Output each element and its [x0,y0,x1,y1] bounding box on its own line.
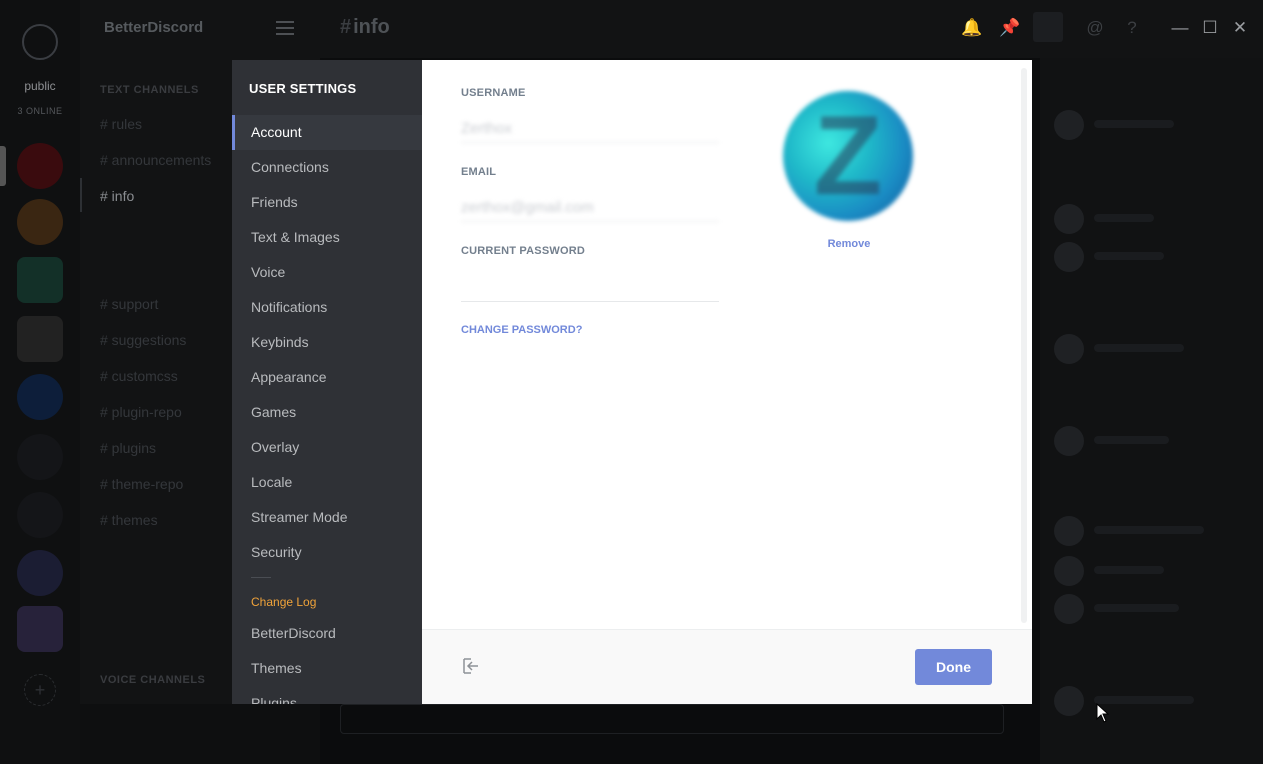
email-field[interactable] [461,194,719,222]
channel-item[interactable]: # customcss [100,368,178,384]
current-password-field[interactable] [461,274,719,302]
guild-icon[interactable] [17,550,63,596]
remove-avatar-link[interactable]: Remove [799,238,899,250]
server-name[interactable]: BetterDiscord [104,19,203,36]
close-window-icon[interactable]: ✕ [1230,18,1250,38]
menu-icon[interactable] [276,21,294,35]
user-settings-modal: USER SETTINGS Account Connections Friend… [232,60,1032,704]
settings-tab-security[interactable]: Security [232,535,422,570]
member-avatar[interactable] [1054,242,1084,272]
guild-icon[interactable] [17,434,63,480]
username-field[interactable] [461,115,719,143]
settings-tab-themes[interactable]: Themes [232,651,422,686]
channel-title: # info [340,16,390,39]
channel-item[interactable]: # suggestions [100,332,186,348]
channel-item[interactable]: # announcements [100,152,211,168]
settings-tab-overlay[interactable]: Overlay [232,430,422,465]
email-label: EMAIL [461,166,497,178]
username-label: USERNAME [461,87,526,99]
settings-tab-plugins[interactable]: Plugins [232,686,422,704]
channel-item-active[interactable]: # info [100,188,134,204]
member-avatar[interactable] [1054,686,1084,716]
divider [251,577,271,578]
account-settings-panel: USERNAME EMAIL CURRENT PASSWORD CHANGE P… [422,60,1032,629]
change-log-link[interactable]: Change Log [251,595,316,609]
done-button[interactable]: Done [915,649,992,685]
settings-tab-locale[interactable]: Locale [232,465,422,500]
member-name [1094,566,1164,574]
online-count: 3 ONLINE [17,106,63,116]
member-list-toggle-button[interactable] [1033,12,1063,42]
channel-item[interactable]: # theme-repo [100,476,183,492]
settings-tab-streamer-mode[interactable]: Streamer Mode [232,500,422,535]
settings-title: USER SETTINGS [249,81,357,96]
member-avatar[interactable] [1054,204,1084,234]
member-avatar[interactable] [1054,334,1084,364]
change-password-link[interactable]: CHANGE PASSWORD? [461,324,582,336]
category-text-channels[interactable]: TEXT CHANNELS [100,84,199,96]
settings-tab-account[interactable]: Account [232,115,422,150]
channel-item[interactable]: # support [100,296,158,312]
hash-icon: # [340,16,352,38]
guild-icon[interactable] [17,374,63,420]
channel-item[interactable]: # plugin-repo [100,404,182,420]
settings-tab-keybinds[interactable]: Keybinds [232,325,422,360]
guild-icon[interactable] [17,316,63,362]
user-panel [80,704,320,764]
channel-item[interactable]: # plugins [100,440,156,456]
member-avatar[interactable] [1054,516,1084,546]
channel-item[interactable]: # themes [100,512,158,528]
guild-icon[interactable] [17,606,63,652]
mention-icon[interactable]: @ [1085,18,1105,38]
mouse-cursor-icon [1096,703,1110,723]
minimize-icon[interactable]: — [1170,18,1190,38]
member-name [1094,252,1164,260]
settings-tab-betterdiscord[interactable]: BetterDiscord [232,616,422,651]
guild-label: public [24,79,56,93]
avatar[interactable]: Z [783,91,913,221]
category-voice-channels[interactable]: VOICE CHANNELS [100,674,205,686]
add-server-icon[interactable]: + [24,674,56,706]
member-name [1094,604,1179,612]
member-name [1094,436,1169,444]
friends-home-icon[interactable] [22,24,58,60]
settings-footer: Done [422,629,1032,704]
settings-sidebar: USER SETTINGS Account Connections Friend… [232,60,422,704]
settings-tab-notifications[interactable]: Notifications [232,290,422,325]
member-name [1094,344,1184,352]
settings-tab-text-images[interactable]: Text & Images [232,220,422,255]
guild-icon[interactable] [17,199,63,245]
help-icon[interactable]: ? [1122,18,1142,38]
settings-tab-games[interactable]: Games [232,395,422,430]
channel-title-text: info [353,16,390,38]
member-name [1094,526,1204,534]
channel-header: # info 🔔 📌 @ ? — ☐ ✕ [320,0,1263,58]
pin-icon[interactable]: 📌 [999,18,1020,38]
channel-item[interactable]: # rules [100,116,142,132]
settings-tab-voice[interactable]: Voice [232,255,422,290]
settings-tab-friends[interactable]: Friends [232,185,422,220]
current-password-label: CURRENT PASSWORD [461,245,585,257]
settings-tab-appearance[interactable]: Appearance [232,360,422,395]
settings-tab-connections[interactable]: Connections [232,150,422,185]
member-list [1040,58,1263,764]
maximize-icon[interactable]: ☐ [1200,18,1220,38]
member-name [1094,214,1154,222]
guild-icon[interactable] [17,143,63,189]
scrollbar[interactable] [1021,68,1027,623]
member-avatar[interactable] [1054,594,1084,624]
bell-icon[interactable]: 🔔 [961,18,982,38]
member-name [1094,120,1174,128]
active-channel-indicator [80,178,82,212]
message-input[interactable] [340,704,1004,734]
guild-icon[interactable] [17,492,63,538]
logout-icon[interactable] [462,657,480,675]
guild-icon[interactable] [17,257,63,303]
member-avatar[interactable] [1054,426,1084,456]
member-avatar[interactable] [1054,110,1084,140]
member-avatar[interactable] [1054,556,1084,586]
guild-selected-indicator [0,146,6,186]
avatar-logo: Z [813,93,883,218]
guild-list: public 3 ONLINE + [0,0,80,764]
